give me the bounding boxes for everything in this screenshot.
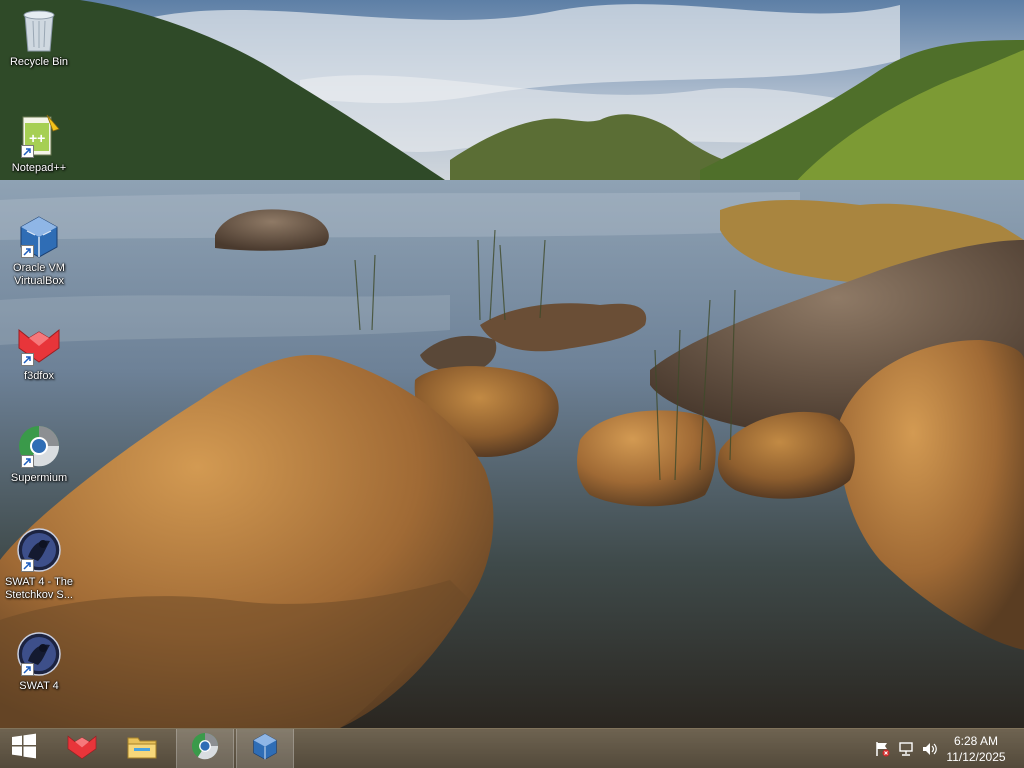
- clock-time: 6:28 AM: [953, 734, 999, 748]
- shortcut-arrow-icon: [21, 353, 34, 366]
- desktop-icon-notepad-plus-plus[interactable]: ++ Notepad++: [2, 112, 76, 175]
- desktop-wallpaper: [0, 0, 1024, 728]
- f3dfox-taskbar-button[interactable]: [54, 729, 110, 768]
- start-button[interactable]: [0, 729, 48, 768]
- swat4-stetchkov-icon: [15, 526, 63, 574]
- supermium-icon: [190, 731, 220, 766]
- recycle-bin-icon: [15, 6, 63, 54]
- folder-icon: [126, 732, 158, 765]
- f3dfox-icon: [15, 320, 63, 368]
- virtualbox-icon: [15, 212, 63, 260]
- shortcut-arrow-icon: [21, 145, 34, 158]
- windows-logo-icon: [11, 733, 37, 764]
- shortcut-arrow-icon: [21, 455, 34, 468]
- desktop-icon-swat4[interactable]: SWAT 4: [2, 630, 76, 693]
- desktop-icon-label: Notepad++: [11, 162, 67, 174]
- supermium-icon: [15, 422, 63, 470]
- virtualbox-icon: [251, 731, 279, 766]
- desktop-icon-recycle-bin[interactable]: Recycle Bin: [2, 6, 76, 69]
- swat4-icon: [15, 630, 63, 678]
- desktop-icon-label: Oracle VM VirtualBox: [13, 262, 65, 287]
- desktop-icon-label: Recycle Bin: [9, 56, 69, 68]
- shortcut-arrow-icon: [21, 245, 34, 258]
- taskbar-clock[interactable]: 6:28 AM 11/12/2025: [944, 733, 1008, 765]
- notepad-plus-plus-icon: ++: [15, 112, 63, 160]
- taskbar: 6:28 AM 11/12/2025: [0, 728, 1024, 768]
- virtualbox-taskbar-button[interactable]: [236, 729, 294, 768]
- f3dfox-icon: [65, 732, 99, 765]
- desktop-icon-label: SWAT 4 - The Stetchkov S...: [4, 576, 74, 601]
- shortcut-arrow-icon: [21, 559, 34, 572]
- desktop-icon-label: f3dfox: [24, 370, 54, 382]
- volume-icon[interactable]: [922, 741, 938, 757]
- desktop-icon-label: SWAT 4: [19, 680, 59, 692]
- supermium-taskbar-button[interactable]: [176, 729, 234, 768]
- desktop-icon-supermium[interactable]: Supermium: [2, 422, 76, 485]
- desktop-icon-label: Supermium: [10, 472, 68, 484]
- clock-date: 11/12/2025: [946, 750, 1006, 764]
- network-icon[interactable]: [898, 741, 914, 757]
- file-explorer-taskbar-button[interactable]: [114, 729, 170, 768]
- desktop-icon-virtualbox[interactable]: Oracle VM VirtualBox: [2, 212, 76, 288]
- shortcut-arrow-icon: [21, 663, 34, 676]
- action-center-flag-icon[interactable]: [874, 741, 890, 757]
- desktop-icon-f3dfox[interactable]: f3dfox: [2, 320, 76, 383]
- svg-text:++: ++: [29, 130, 45, 146]
- desktop-icon-swat4-stetchkov[interactable]: SWAT 4 - The Stetchkov S...: [2, 526, 76, 602]
